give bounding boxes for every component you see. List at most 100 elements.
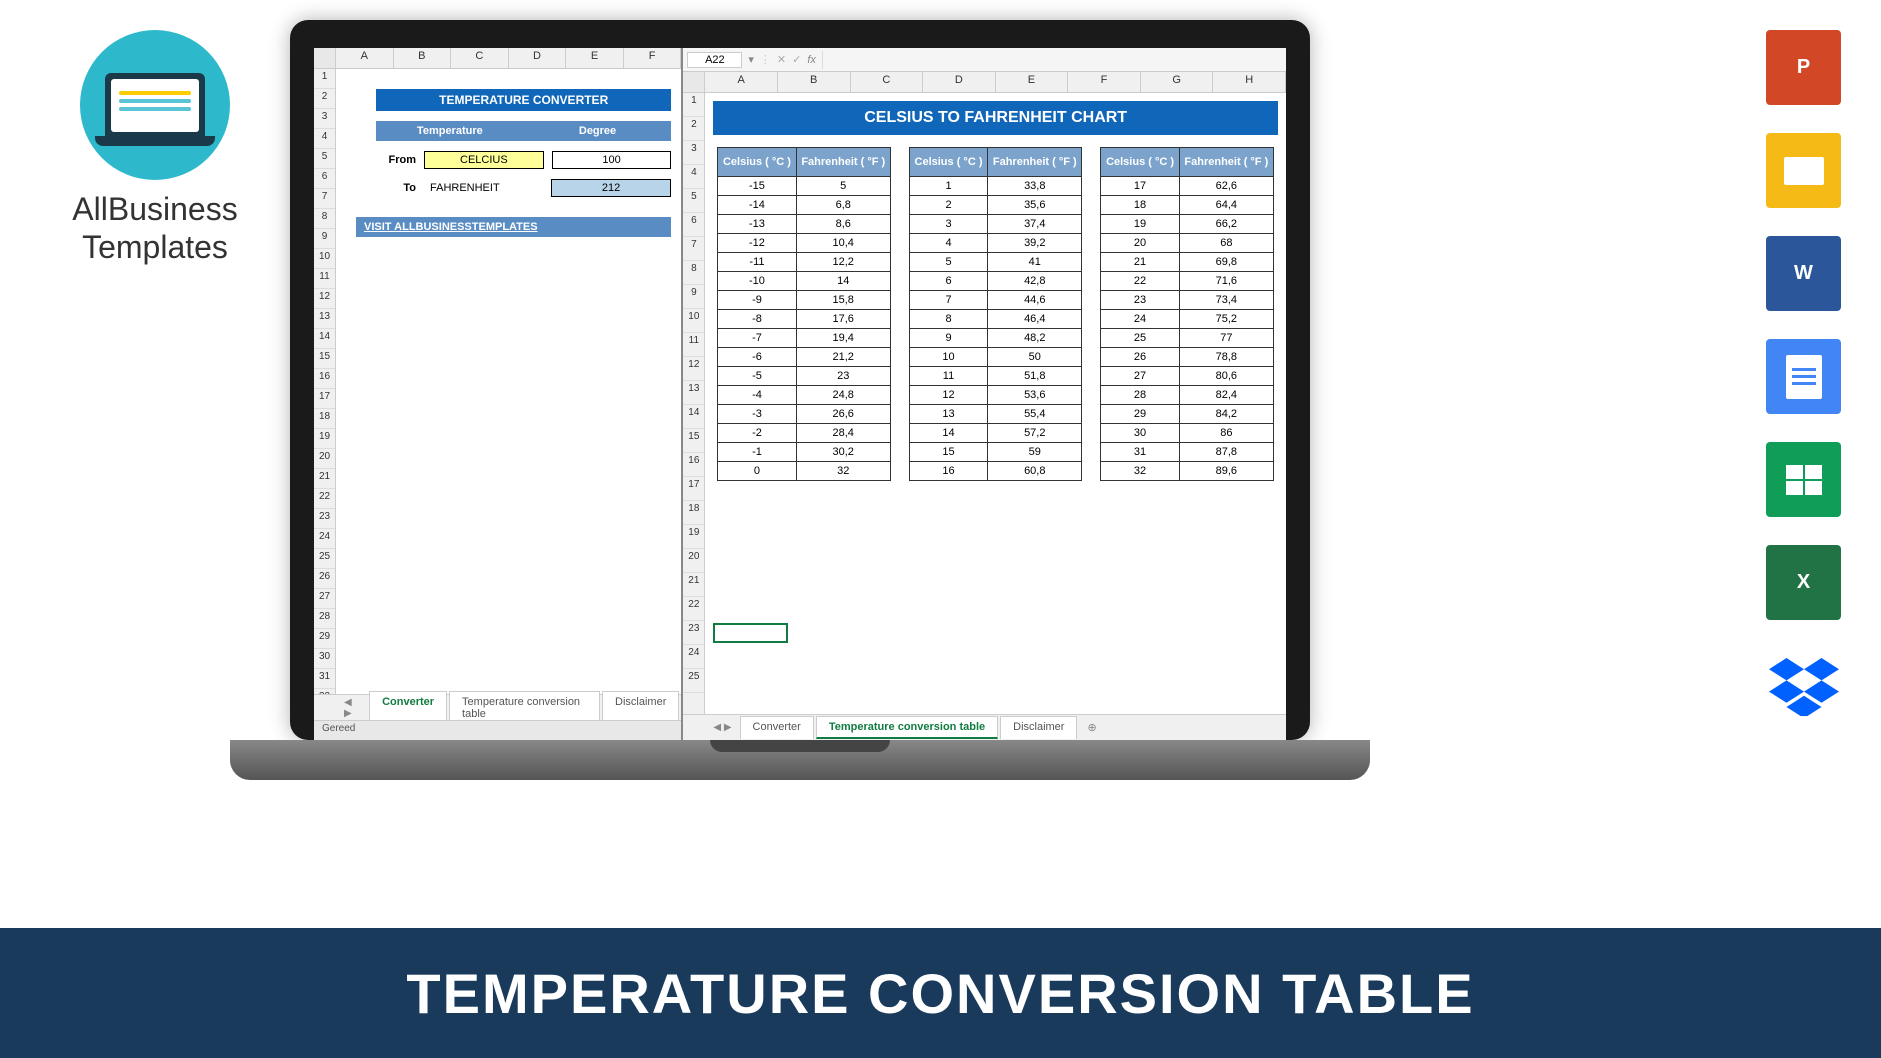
from-temp-cell[interactable]: CELCIUS bbox=[424, 151, 544, 169]
from-degree-cell[interactable]: 100 bbox=[552, 151, 672, 169]
row-header[interactable]: 3 bbox=[314, 109, 335, 129]
row-header[interactable]: 11 bbox=[683, 333, 704, 357]
row-header[interactable]: 7 bbox=[683, 237, 704, 261]
table-row[interactable]: 1864,4 bbox=[1101, 196, 1274, 215]
table-row[interactable]: 2475,2 bbox=[1101, 310, 1274, 329]
table-row[interactable]: 1050 bbox=[909, 348, 1082, 367]
column-header[interactable]: H bbox=[1213, 72, 1286, 92]
row-header[interactable]: 6 bbox=[683, 213, 704, 237]
table-row[interactable]: -1014 bbox=[718, 272, 891, 291]
row-header[interactable]: 22 bbox=[683, 597, 704, 621]
table-row[interactable]: 337,4 bbox=[909, 215, 1082, 234]
google-docs-icon[interactable] bbox=[1766, 339, 1841, 414]
table-row[interactable]: 439,2 bbox=[909, 234, 1082, 253]
row-header[interactable]: 13 bbox=[683, 381, 704, 405]
visit-link[interactable]: VISIT ALLBUSINESSTEMPLATES bbox=[356, 217, 671, 237]
row-header[interactable]: 8 bbox=[314, 209, 335, 229]
table-row[interactable]: 133,8 bbox=[909, 177, 1082, 196]
row-header[interactable]: 20 bbox=[683, 549, 704, 573]
sheet-tab[interactable]: Temperature conversion table bbox=[816, 716, 998, 739]
select-all-corner-right[interactable] bbox=[683, 72, 705, 92]
table-row[interactable]: 1660,8 bbox=[909, 462, 1082, 481]
table-row[interactable]: 846,4 bbox=[909, 310, 1082, 329]
column-header[interactable]: A bbox=[336, 48, 394, 68]
table-row[interactable]: 2780,6 bbox=[1101, 367, 1274, 386]
cells-area-left[interactable]: TEMPERATURE CONVERTER Temperature Degree… bbox=[336, 69, 681, 694]
row-header[interactable]: 25 bbox=[314, 549, 335, 569]
table-row[interactable]: -424,8 bbox=[718, 386, 891, 405]
row-header[interactable]: 23 bbox=[314, 509, 335, 529]
word-icon[interactable]: W bbox=[1766, 236, 1841, 311]
table-row[interactable]: 1151,8 bbox=[909, 367, 1082, 386]
table-row[interactable]: -817,6 bbox=[718, 310, 891, 329]
row-header[interactable]: 20 bbox=[314, 449, 335, 469]
table-row[interactable]: 744,6 bbox=[909, 291, 1082, 310]
google-sheets-icon[interactable] bbox=[1766, 442, 1841, 517]
row-header[interactable]: 27 bbox=[314, 589, 335, 609]
column-header[interactable]: F bbox=[624, 48, 682, 68]
table-row[interactable]: -228,4 bbox=[718, 424, 891, 443]
table-row[interactable]: -138,6 bbox=[718, 215, 891, 234]
row-header[interactable]: 9 bbox=[683, 285, 704, 309]
row-header[interactable]: 9 bbox=[314, 229, 335, 249]
row-header[interactable]: 3 bbox=[683, 141, 704, 165]
formula-input[interactable] bbox=[822, 51, 1282, 69]
table-row[interactable]: 3187,8 bbox=[1101, 443, 1274, 462]
table-row[interactable]: 948,2 bbox=[909, 329, 1082, 348]
row-header[interactable]: 29 bbox=[314, 629, 335, 649]
row-header[interactable]: 5 bbox=[683, 189, 704, 213]
row-header[interactable]: 15 bbox=[314, 349, 335, 369]
column-header[interactable]: B bbox=[778, 72, 851, 92]
row-header[interactable]: 18 bbox=[683, 501, 704, 525]
table-row[interactable]: 642,8 bbox=[909, 272, 1082, 291]
row-header[interactable]: 16 bbox=[314, 369, 335, 389]
name-box[interactable]: A22 bbox=[687, 52, 742, 68]
row-header[interactable]: 16 bbox=[683, 453, 704, 477]
fx-icon[interactable]: fx bbox=[807, 54, 816, 66]
table-row[interactable]: 1966,2 bbox=[1101, 215, 1274, 234]
column-header[interactable]: G bbox=[1141, 72, 1214, 92]
table-row[interactable]: -146,8 bbox=[718, 196, 891, 215]
row-header[interactable]: 19 bbox=[683, 525, 704, 549]
table-row[interactable]: 2271,6 bbox=[1101, 272, 1274, 291]
selected-cell-a22[interactable] bbox=[713, 623, 788, 643]
row-header[interactable]: 31 bbox=[314, 669, 335, 689]
row-header[interactable]: 14 bbox=[683, 405, 704, 429]
table-row[interactable]: 2068 bbox=[1101, 234, 1274, 253]
row-header[interactable]: 8 bbox=[683, 261, 704, 285]
tab-nav-arrows-right[interactable]: ◀ ▶ bbox=[713, 722, 731, 733]
table-row[interactable]: -1112,2 bbox=[718, 253, 891, 272]
table-row[interactable]: 2577 bbox=[1101, 329, 1274, 348]
column-header[interactable]: F bbox=[1068, 72, 1141, 92]
table-row[interactable]: 032 bbox=[718, 462, 891, 481]
add-sheet-icon[interactable]: ⊕ bbox=[1079, 721, 1104, 734]
table-row[interactable]: 541 bbox=[909, 253, 1082, 272]
table-row[interactable]: -915,8 bbox=[718, 291, 891, 310]
table-row[interactable]: -719,4 bbox=[718, 329, 891, 348]
row-header[interactable]: 21 bbox=[683, 573, 704, 597]
row-header[interactable]: 1 bbox=[683, 93, 704, 117]
table-row[interactable]: 2169,8 bbox=[1101, 253, 1274, 272]
row-header[interactable]: 22 bbox=[314, 489, 335, 509]
row-header[interactable]: 24 bbox=[683, 645, 704, 669]
select-all-corner[interactable] bbox=[314, 48, 336, 68]
row-header[interactable]: 15 bbox=[683, 429, 704, 453]
row-header[interactable]: 14 bbox=[314, 329, 335, 349]
powerpoint-icon[interactable]: P bbox=[1766, 30, 1841, 105]
row-header[interactable]: 4 bbox=[314, 129, 335, 149]
row-header[interactable]: 10 bbox=[683, 309, 704, 333]
table-row[interactable]: -130,2 bbox=[718, 443, 891, 462]
column-header[interactable]: E bbox=[566, 48, 624, 68]
confirm-icon[interactable]: ✓ bbox=[792, 53, 801, 66]
table-row[interactable]: -155 bbox=[718, 177, 891, 196]
table-row[interactable]: -1210,4 bbox=[718, 234, 891, 253]
row-header[interactable]: 2 bbox=[314, 89, 335, 109]
excel-icon[interactable]: X bbox=[1766, 545, 1841, 620]
row-header[interactable]: 2 bbox=[683, 117, 704, 141]
column-header[interactable]: B bbox=[394, 48, 452, 68]
row-header[interactable]: 6 bbox=[314, 169, 335, 189]
row-header[interactable]: 13 bbox=[314, 309, 335, 329]
column-header[interactable]: E bbox=[996, 72, 1069, 92]
table-row[interactable]: 3289,6 bbox=[1101, 462, 1274, 481]
sheet-tab[interactable]: Disclaimer bbox=[1000, 716, 1077, 739]
